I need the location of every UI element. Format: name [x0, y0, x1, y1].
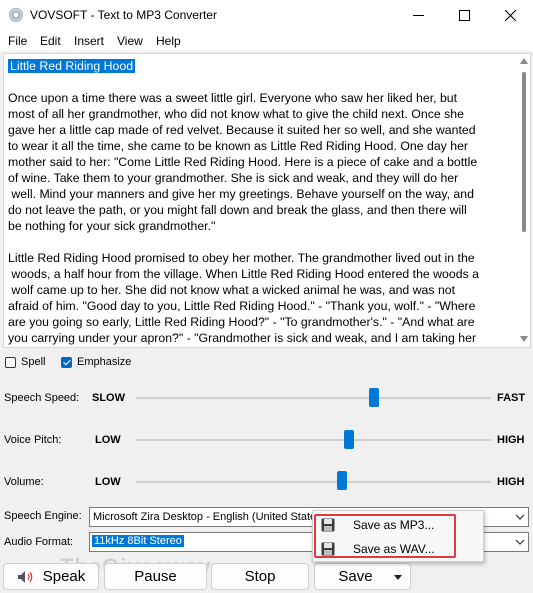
speech-speed-track[interactable] [136, 397, 491, 399]
close-button[interactable] [487, 0, 533, 31]
volume-max-label: HIGH [497, 476, 525, 488]
menu-edit[interactable]: Edit [40, 34, 61, 48]
pause-button[interactable]: Pause [104, 563, 207, 590]
speak-label: Speak [42, 568, 86, 585]
vertical-scrollbar[interactable] [520, 58, 528, 342]
stop-label: Stop [244, 568, 276, 585]
menu-file[interactable]: File [8, 34, 27, 48]
speech-speed-min-label: SLOW [92, 392, 125, 404]
spell-checkbox-box[interactable] [5, 356, 16, 368]
speech-speed-slider[interactable] [368, 388, 379, 407]
save-button[interactable]: Save [314, 563, 411, 590]
maximize-icon [458, 10, 470, 21]
speak-button[interactable]: Speak [3, 563, 99, 590]
text-editor[interactable]: Little Red Riding Hood Once upon a time … [3, 53, 531, 348]
speech-engine-label: Speech Engine: [4, 510, 82, 522]
voice-pitch-max-label: HIGH [497, 434, 525, 446]
audio-format-label: Audio Format: [4, 536, 74, 548]
title-bar: VOVSOFT - Text to MP3 Converter [0, 0, 533, 32]
volume-track[interactable] [136, 481, 491, 483]
window-title: VOVSOFT - Text to MP3 Converter [30, 8, 217, 22]
emphasize-checkbox-box[interactable] [61, 356, 72, 368]
volume-label: Volume: [4, 476, 44, 488]
menu-bar: File Edit Insert View Help [0, 31, 533, 51]
speaker-icon [17, 570, 33, 583]
spell-checkbox[interactable]: Spell [5, 354, 45, 370]
speech-speed-max-label: FAST [497, 392, 526, 404]
save-label: Save [338, 568, 373, 585]
chevron-down-icon [515, 539, 525, 545]
volume-min-label: LOW [95, 476, 121, 488]
voice-pitch-track[interactable] [136, 439, 491, 441]
emphasize-checkbox[interactable]: Emphasize [61, 354, 131, 370]
close-icon [504, 10, 516, 21]
voice-pitch-slider[interactable] [344, 430, 354, 449]
scroll-down-icon[interactable] [520, 336, 528, 342]
spell-label: Spell [21, 356, 46, 368]
voice-pitch-min-label: LOW [95, 434, 121, 446]
volume-slider[interactable] [336, 471, 347, 490]
document-title: Little Red Riding Hood [8, 59, 136, 73]
audio-format-value: 11kHz 8Bit Stereo [92, 535, 184, 547]
highlight-box [314, 514, 456, 558]
stop-button[interactable]: Stop [211, 563, 309, 590]
emphasize-label: Emphasize [77, 356, 132, 368]
dropdown-arrow-icon [394, 575, 402, 580]
paragraph-2: Little Red Riding Hood promised to obey … [8, 251, 479, 345]
chevron-down-icon [515, 514, 525, 520]
speech-engine-value: Microsoft Zira Desktop - English (United… [93, 511, 326, 523]
menu-view[interactable]: View [117, 34, 143, 48]
menu-insert[interactable]: Insert [74, 34, 104, 48]
app-disc-icon [9, 8, 23, 22]
scroll-thumb[interactable] [522, 72, 526, 232]
pause-label: Pause [134, 568, 177, 585]
menu-help[interactable]: Help [156, 34, 181, 48]
maximize-button[interactable] [441, 0, 487, 31]
minimize-icon [412, 15, 424, 16]
paragraph-1: Once upon a time there was a sweet littl… [8, 91, 478, 233]
speech-speed-label: Speech Speed: [4, 392, 80, 404]
minimize-button[interactable] [395, 0, 441, 31]
voice-pitch-label: Voice Pitch: [4, 434, 62, 446]
scroll-up-icon[interactable] [520, 58, 528, 64]
